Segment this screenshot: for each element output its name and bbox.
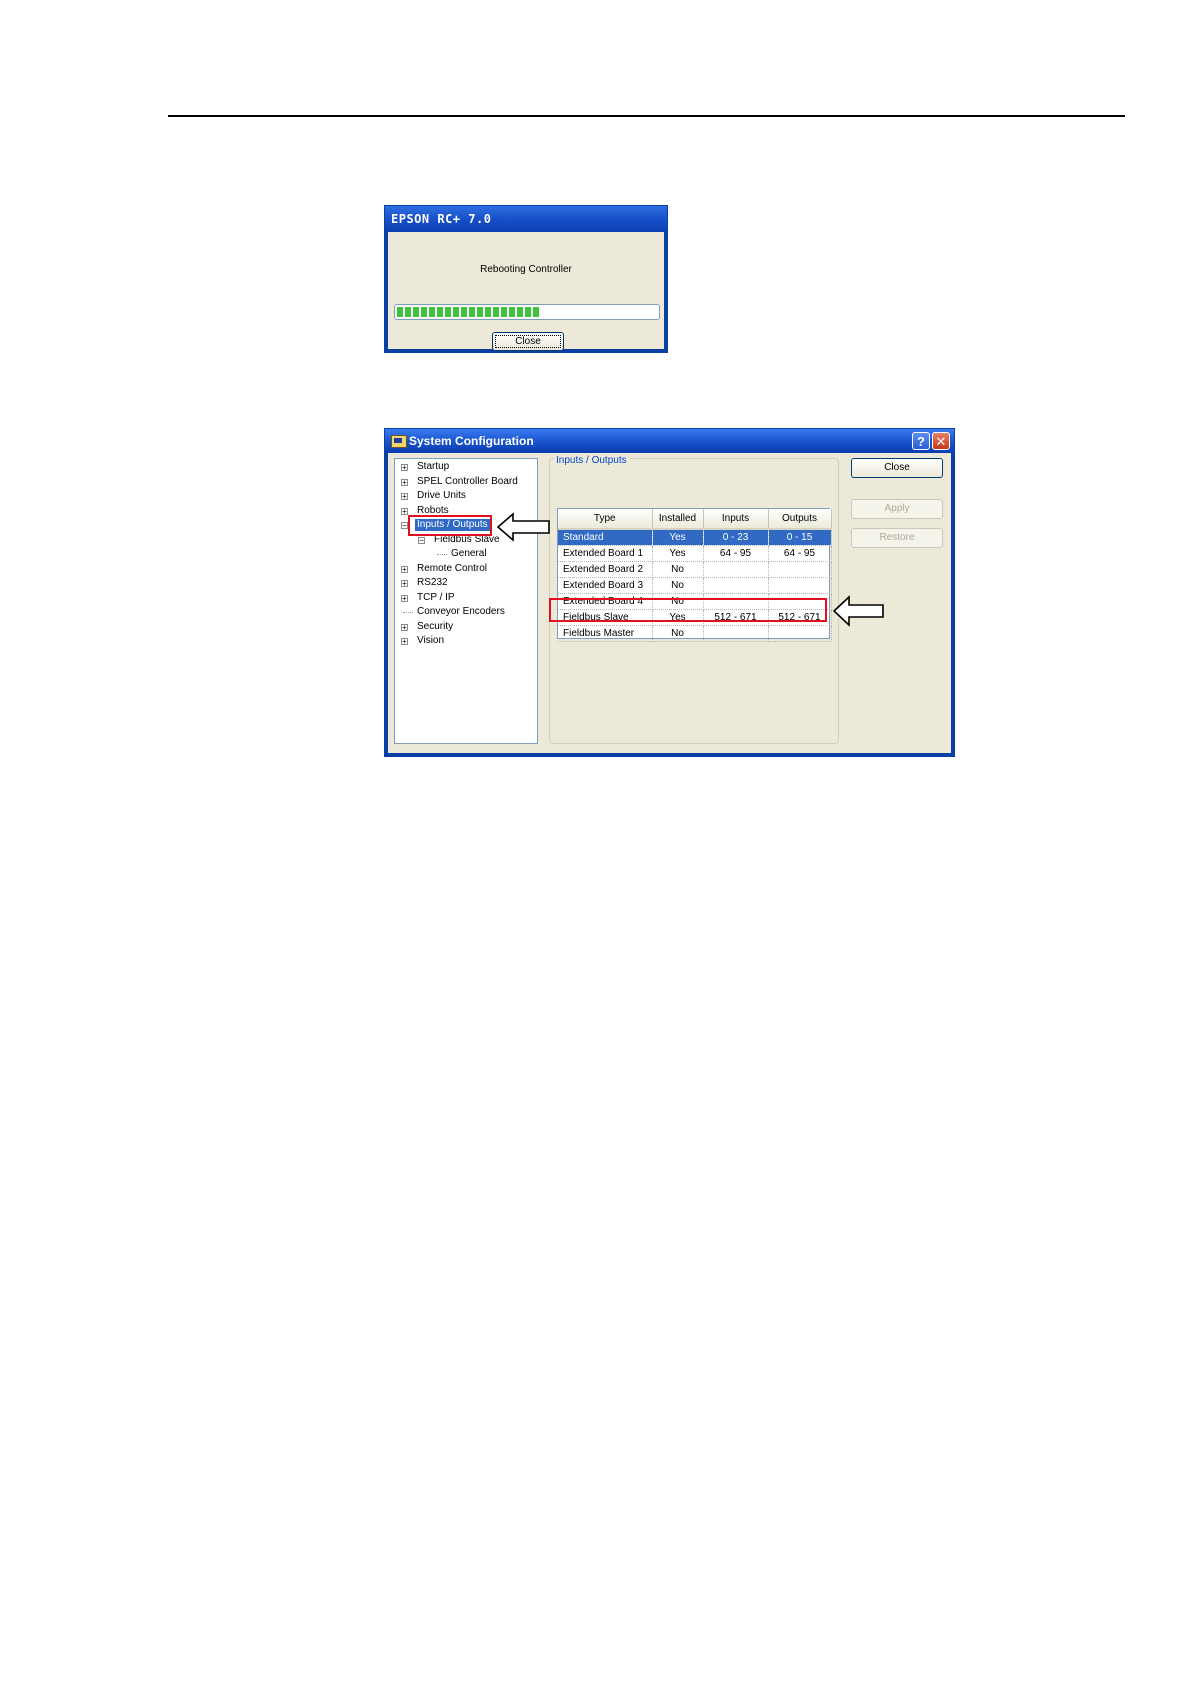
expand-icon[interactable]: + xyxy=(401,478,408,486)
io-table-header: Type Installed Inputs Outputs xyxy=(558,509,832,530)
page-header-rule xyxy=(168,115,1125,117)
cell-inputs: 0 - 23 xyxy=(703,529,769,546)
cell-inputs: 64 - 95 xyxy=(703,545,769,562)
reboot-dialog-body: Rebooting Controller Close xyxy=(388,232,664,351)
reboot-dialog: EPSON RC+ 7.0 Rebooting Controller Close xyxy=(384,205,668,353)
table-row[interactable]: Fieldbus Master No xyxy=(558,625,832,642)
reboot-dialog-title: EPSON RC+ 7.0 xyxy=(385,206,667,232)
inputs-outputs-group-label: Inputs / Outputs xyxy=(554,455,629,466)
expand-icon[interactable]: + xyxy=(401,464,408,472)
reboot-progress-fill xyxy=(397,307,540,317)
app-icon xyxy=(391,435,407,448)
system-configuration-dialog: System Configuration ? ✕ + Startup + SPEL C… xyxy=(384,428,955,757)
help-icon[interactable]: ? xyxy=(912,432,930,450)
expand-icon[interactable]: + xyxy=(401,638,408,646)
cell-inputs xyxy=(703,625,769,642)
expand-icon[interactable]: + xyxy=(401,594,408,602)
collapse-icon[interactable]: − xyxy=(418,536,425,544)
cell-type: Extended Board 2 xyxy=(558,561,653,578)
tree-item-label: TCP / IP xyxy=(417,591,455,603)
column-header-installed[interactable]: Installed xyxy=(652,509,704,530)
expand-icon[interactable]: + xyxy=(401,580,408,588)
cell-outputs xyxy=(768,625,832,642)
table-row[interactable]: Extended Board 2 No xyxy=(558,561,832,578)
cell-installed: Yes xyxy=(652,529,704,546)
expand-icon[interactable]: + xyxy=(401,493,408,501)
tree-connector xyxy=(403,612,413,613)
collapse-icon[interactable]: − xyxy=(401,522,408,530)
cell-installed: Yes xyxy=(652,545,704,562)
tree-connector xyxy=(437,554,447,555)
column-header-outputs[interactable]: Outputs xyxy=(768,509,832,530)
cell-outputs xyxy=(768,577,832,594)
tree-item-label: Security xyxy=(417,620,454,632)
column-header-inputs[interactable]: Inputs xyxy=(703,509,769,530)
config-close-button[interactable]: Close xyxy=(851,458,943,478)
cell-type: Extended Board 3 xyxy=(558,577,653,594)
cell-type: Extended Board 1 xyxy=(558,545,653,562)
table-row[interactable]: Standard Yes 0 - 23 0 - 15 xyxy=(558,529,832,546)
cell-type: Fieldbus Master xyxy=(558,625,653,642)
cell-installed: No xyxy=(652,561,704,578)
cell-outputs: 64 - 95 xyxy=(768,545,832,562)
tree-item-label: Startup xyxy=(417,461,450,472)
cell-outputs: 0 - 15 xyxy=(768,529,832,546)
restore-button[interactable]: Restore xyxy=(851,528,943,548)
tree-item-label: SPEL Controller Board xyxy=(417,475,518,487)
highlight-box-inputs-outputs xyxy=(408,515,492,536)
reboot-message: Rebooting Controller xyxy=(480,264,572,275)
reboot-close-button[interactable]: Close xyxy=(492,332,564,351)
arrow-icon-fieldbus-slave xyxy=(833,595,884,627)
cell-installed: No xyxy=(652,577,704,594)
column-header-type[interactable]: Type xyxy=(558,509,653,530)
cell-inputs xyxy=(703,577,769,594)
tree-item-label: General xyxy=(451,548,487,559)
highlight-box-fieldbus-slave xyxy=(549,598,827,622)
tree-item-label: Remote Control xyxy=(417,562,488,574)
expand-icon[interactable]: + xyxy=(401,507,408,515)
apply-button[interactable]: Apply xyxy=(851,499,943,519)
system-configuration-title: System Configuration xyxy=(409,434,534,448)
tree-item-label: Vision xyxy=(417,635,445,646)
tree-item-label: RS232 xyxy=(417,577,448,588)
cell-type: Standard xyxy=(558,529,653,546)
config-tree[interactable]: + Startup + SPEL Controller Board + Drive Uni… xyxy=(394,458,538,744)
tree-item-label: Conveyor Encoders xyxy=(417,606,505,617)
expand-icon[interactable]: + xyxy=(401,623,408,631)
close-icon[interactable]: ✕ xyxy=(932,432,950,450)
arrow-icon-inputs-outputs xyxy=(497,512,550,542)
reboot-progress-bar xyxy=(394,304,660,320)
cell-outputs xyxy=(768,561,832,578)
cell-installed: No xyxy=(652,625,704,642)
table-row[interactable]: Extended Board 1 Yes 64 - 95 64 - 95 xyxy=(558,545,832,562)
cell-inputs xyxy=(703,561,769,578)
expand-icon[interactable]: + xyxy=(401,565,408,573)
table-row[interactable]: Extended Board 3 No xyxy=(558,577,832,594)
system-configuration-titlebar: System Configuration ? ✕ xyxy=(385,429,954,453)
tree-item-label: Drive Units xyxy=(417,490,466,501)
